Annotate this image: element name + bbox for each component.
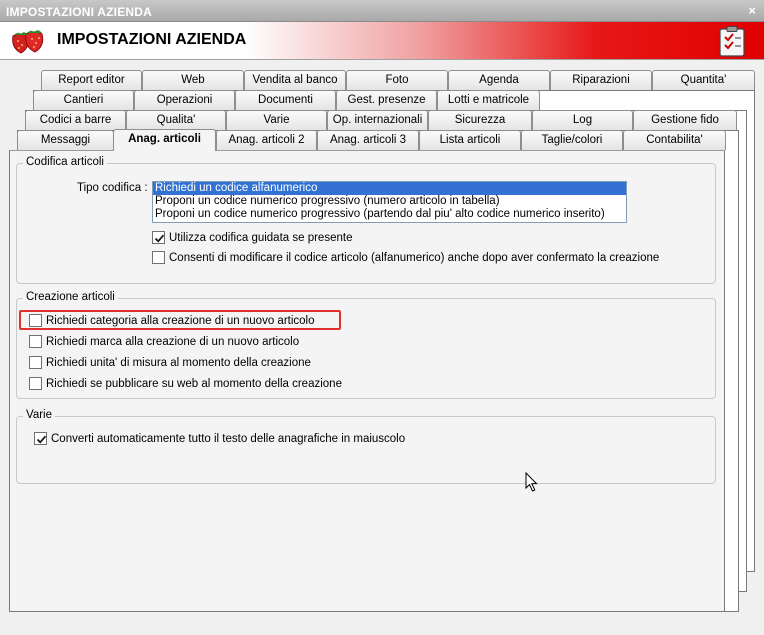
richiedi-categoria-checkbox[interactable]: Richiedi categoria alla creazione di un … bbox=[29, 314, 315, 327]
tab-quantita[interactable]: Quantita' bbox=[652, 70, 755, 90]
checkbox-checked-icon bbox=[152, 231, 165, 244]
clipboard-check-icon[interactable] bbox=[718, 25, 746, 57]
tab-sicurezza[interactable]: Sicurezza bbox=[428, 110, 532, 130]
tab-varie[interactable]: Varie bbox=[226, 110, 327, 130]
group-legend: Creazione articoli bbox=[23, 291, 118, 303]
codifica-option-progressivo-tabella[interactable]: Proponi un codice numerico progressivo (… bbox=[153, 195, 626, 208]
checkbox-label: Converti automaticamente tutto il testo … bbox=[51, 432, 406, 445]
tab-op-internazionali[interactable]: Op. internazionali bbox=[327, 110, 428, 130]
richiedi-unita-misura-checkbox[interactable]: Richiedi unita' di misura al momento del… bbox=[29, 356, 311, 369]
tab-report-editor[interactable]: Report editor bbox=[41, 70, 142, 90]
checkbox-label: Richiedi marca alla creazione di un nuov… bbox=[46, 335, 300, 348]
window-title: IMPOSTAZIONI AZIENDA bbox=[6, 5, 152, 19]
tab-contabilita[interactable]: Contabilita' bbox=[623, 130, 726, 150]
tab-qualita[interactable]: Qualita' bbox=[126, 110, 226, 130]
checkbox-unchecked-icon bbox=[29, 314, 42, 327]
tab-log[interactable]: Log bbox=[532, 110, 633, 130]
tab-lotti-e-matricole[interactable]: Lotti e matricole bbox=[437, 90, 540, 110]
tab-lista-articoli[interactable]: Lista articoli bbox=[419, 130, 521, 150]
checkbox-unchecked-icon bbox=[29, 335, 42, 348]
tab-operazioni[interactable]: Operazioni bbox=[134, 90, 235, 110]
tab-cantieri[interactable]: Cantieri bbox=[33, 90, 134, 110]
checkbox-label: Richiedi se pubblicare su web al momento… bbox=[46, 377, 342, 390]
checkbox-label: Richiedi unita' di misura al momento del… bbox=[46, 356, 311, 369]
tab-taglie-colori[interactable]: Taglie/colori bbox=[521, 130, 623, 150]
checkbox-unchecked-icon bbox=[29, 377, 42, 390]
tab-vendita-al-banco[interactable]: Vendita al banco bbox=[244, 70, 346, 90]
tab-web[interactable]: Web bbox=[142, 70, 244, 90]
tab-riparazioni[interactable]: Riparazioni bbox=[550, 70, 652, 90]
richiedi-pubblicare-web-checkbox[interactable]: Richiedi se pubblicare su web al momento… bbox=[29, 377, 342, 390]
tab-agenda[interactable]: Agenda bbox=[448, 70, 550, 90]
group-legend: Codifica articoli bbox=[23, 156, 107, 168]
strawberries-icon bbox=[12, 30, 44, 54]
close-icon[interactable]: × bbox=[748, 3, 756, 18]
page-title: IMPOSTAZIONI AZIENDA bbox=[57, 31, 247, 48]
window-titlebar: IMPOSTAZIONI AZIENDA × bbox=[0, 0, 764, 22]
tipo-codifica-label: Tipo codifica : bbox=[77, 182, 148, 194]
tipo-codifica-listbox[interactable]: Richiedi un codice alfanumerico Proponi … bbox=[152, 181, 627, 223]
tab-foto[interactable]: Foto bbox=[346, 70, 448, 90]
consenti-modifica-codice-checkbox[interactable]: Consenti di modificare il codice articol… bbox=[152, 251, 659, 264]
converti-maiuscolo-checkbox[interactable]: Converti automaticamente tutto il testo … bbox=[34, 432, 405, 445]
checkbox-label: Utilizza codifica guidata se presente bbox=[169, 231, 353, 244]
checkbox-label: Consenti di modificare il codice articol… bbox=[169, 251, 660, 264]
tab-page-anag-articoli: Codifica articoli Tipo codifica : Richie… bbox=[9, 150, 725, 612]
tab-documenti[interactable]: Documenti bbox=[235, 90, 336, 110]
tab-messaggi[interactable]: Messaggi bbox=[17, 130, 114, 150]
tab-anag-articoli[interactable]: Anag. articoli bbox=[113, 129, 216, 151]
tab-gestione-fido[interactable]: Gestione fido bbox=[633, 110, 737, 130]
mouse-cursor-icon bbox=[525, 472, 538, 492]
header-banner: IMPOSTAZIONI AZIENDA bbox=[0, 22, 764, 60]
group-varie: Varie bbox=[16, 409, 716, 484]
tab-gest-presenze[interactable]: Gest. presenze bbox=[336, 90, 437, 110]
group-legend: Varie bbox=[23, 409, 55, 421]
richiedi-marca-checkbox[interactable]: Richiedi marca alla creazione di un nuov… bbox=[29, 335, 299, 348]
utilizza-codifica-guidata-checkbox[interactable]: Utilizza codifica guidata se presente bbox=[152, 231, 352, 244]
codifica-option-progressivo-alto[interactable]: Proponi un codice numerico progressivo (… bbox=[153, 208, 626, 221]
checkbox-unchecked-icon bbox=[29, 356, 42, 369]
tab-anag-articoli-2[interactable]: Anag. articoli 2 bbox=[216, 130, 317, 150]
checkbox-unchecked-icon bbox=[152, 251, 165, 264]
codifica-option-alfanumerico[interactable]: Richiedi un codice alfanumerico bbox=[153, 182, 626, 195]
tab-codici-a-barre[interactable]: Codici a barre bbox=[25, 110, 126, 130]
tab-anag-articoli-3[interactable]: Anag. articoli 3 bbox=[317, 130, 419, 150]
checkbox-label: Richiedi categoria alla creazione di un … bbox=[46, 314, 315, 327]
checkbox-checked-icon bbox=[34, 432, 47, 445]
